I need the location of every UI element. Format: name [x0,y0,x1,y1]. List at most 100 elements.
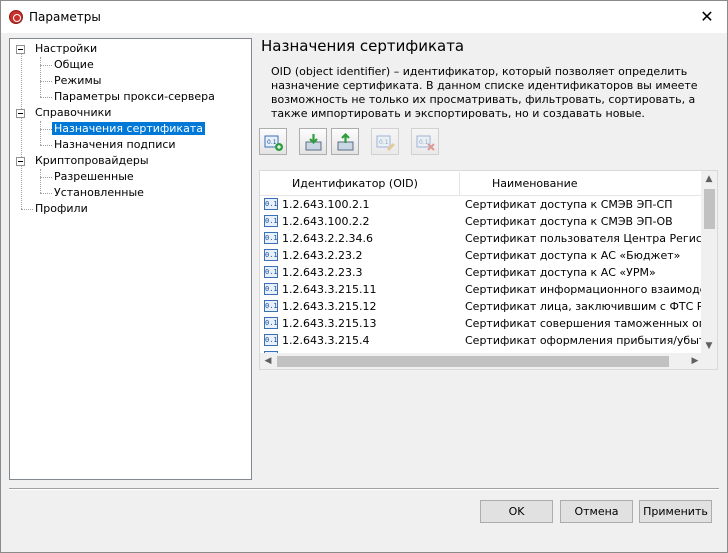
tree-connector [40,121,41,145]
export-icon [337,133,354,151]
column-divider[interactable] [459,172,460,195]
close-button[interactable]: ✕ [687,1,727,33]
table-row[interactable]: 0.1 1.2.643.3.215.4 Сертификат оформления … [260,332,703,349]
oid-icon: 0.1 [264,215,278,227]
cell-oid: 1.2.643.3.215.12 [282,300,377,313]
delete-oid-button[interactable]: 0.1 [411,128,439,155]
add-icon: 0.1 [264,135,283,151]
cell-name: Сертификат доступа к СМЭВ ЭП-ОВ [465,215,673,228]
apply-button[interactable]: Применить [639,500,712,523]
svg-text:0.1: 0.1 [419,139,429,146]
vertical-scrollbar[interactable]: ▲ ▼ [701,171,717,354]
scroll-corner [701,353,717,369]
cell-oid: 1.2.643.3.215.13 [282,317,377,330]
tree-item-label: Назначения подписи [54,138,176,151]
tree-item[interactable]: Параметры прокси-сервера [52,89,217,105]
oid-icon: 0.1 [264,266,278,278]
tree-collapse-icon[interactable] [16,45,25,54]
tree-connector [40,177,52,178]
settings-dialog: Параметры ✕ Настройки Общие Режимы Параметр… [0,0,728,553]
tree-item[interactable]: Разрешенные [52,169,136,185]
horizontal-scroll-thumb[interactable] [277,356,669,367]
tree-item[interactable]: Назначения подписи [52,137,178,153]
tree-connector [40,65,52,66]
delete-icon: 0.1 [416,135,435,151]
cell-name: Сертификат пользователя Центра Регистрац… [465,232,703,245]
tree-item-label: Параметры прокси-сервера [54,90,215,103]
tree-connector [40,81,52,82]
tree-connector [21,49,22,209]
ok-button[interactable]: OK [480,500,553,523]
tree-connector [40,129,52,130]
oid-icon: 0.1 [264,283,278,295]
app-logo-icon [9,10,23,24]
cell-name: Сертификат доступа к СМЭВ ЭП-СП [465,198,673,211]
cell-oid: 1.2.643.3.215.11 [282,283,377,296]
tree-connector [21,209,33,210]
cell-name: Сертификат доступа к АС «УРМ» [465,266,656,279]
oid-icon: 0.1 [264,198,278,210]
tree-item-label: Справочники [35,106,112,119]
cell-oid: 1.2.643.2.23.3 [282,266,363,279]
table-row[interactable]: 0.1 1.2.643.2.2.34.6 Сертификат пользовате… [260,230,703,247]
tree-collapse-icon[interactable] [16,157,25,166]
table-row[interactable]: 0.1 1.2.643.3.215.13 Сертификат совершения… [260,315,703,332]
tree-collapse-icon[interactable] [16,109,25,118]
cell-name: Сертификат доступа к АС «Бюджет» [465,249,681,262]
tree-connector [40,97,52,98]
cell-oid: 1.2.643.2.2.34.6 [282,232,373,245]
cell-name: Сертификат оформления прибытия/убытия в … [465,334,703,347]
scroll-left-icon[interactable]: ◀ [260,353,276,369]
cancel-button[interactable]: Отмена [560,500,633,523]
tree-item-label: Установленные [54,186,144,199]
settings-tree[interactable]: Настройки Общие Режимы Параметры прокси-сер… [9,38,252,480]
scroll-up-icon[interactable]: ▲ [701,171,717,187]
add-oid-button[interactable]: 0.1 [259,128,287,155]
tree-item[interactable]: Общие [52,57,96,73]
page-title: Назначения сертификата [261,37,465,55]
edit-oid-button[interactable]: 0.1 [371,128,399,155]
cell-name: Сертификат совершения таможенных операци… [465,317,703,330]
table-row[interactable]: 0.1 1.2.643.100.2.2 Сертификат доступа к С… [260,213,703,230]
cell-oid: 1.2.643.2.23.2 [282,249,363,262]
window-title: Параметры [29,10,101,24]
oid-icon: 0.1 [264,300,278,312]
tree-connector [40,193,52,194]
scroll-down-icon[interactable]: ▼ [701,338,717,354]
table-row[interactable]: 0.1 1.2.643.3.215.12 Сертификат лица, закл… [260,298,703,315]
horizontal-scrollbar[interactable]: ◀ ▶ [260,353,703,369]
table-row[interactable]: 0.1 1.2.643.2.23.3 Сертификат доступа к АС… [260,264,703,281]
column-header-oid[interactable]: Идентификатор (OID) [292,171,418,196]
tree-item-label: Общие [54,58,94,71]
cell-oid: 1.2.643.100.2.2 [282,215,370,228]
tree-item[interactable]: Профили [33,201,90,217]
oid-icon: 0.1 [264,249,278,261]
tree-item[interactable]: Криптопровайдеры [33,153,151,169]
title-bar: Параметры ✕ [1,1,727,33]
table-row[interactable]: 0.1 1.2.643.2.23.2 Сертификат доступа к АС… [260,247,703,264]
tree-item-label: Криптопровайдеры [35,154,149,167]
tree-connector [40,169,41,193]
tree-item-label: Разрешенные [54,170,134,183]
export-button[interactable] [331,128,359,155]
cell-name: Сертификат лица, заключившим с ФТС Росси… [465,300,703,313]
footer-divider [9,488,719,490]
oid-icon: 0.1 [264,334,278,346]
cell-oid: 1.2.643.100.2.1 [282,198,370,211]
vertical-scroll-thumb[interactable] [704,189,715,229]
tree-item[interactable]: Настройки [33,41,99,57]
edit-icon: 0.1 [376,135,395,151]
tree-item[interactable]: Справочники [33,105,113,121]
table-row[interactable]: 0.1 1.2.643.3.215.11 Сертификат информацио… [260,281,703,298]
tree-item[interactable]: Режимы [52,73,103,89]
cell-name: Сертификат информационного взаимодействи… [465,283,703,296]
tree-item[interactable]: Установленные [52,185,146,201]
column-header-name[interactable]: Наименование [492,171,577,196]
tree-item[interactable]: Назначения сертификата [52,121,205,137]
tree-connector [40,145,52,146]
import-button[interactable] [299,128,327,155]
tree-item-label: Профили [35,202,88,215]
svg-text:0.1: 0.1 [267,139,277,146]
oid-icon: 0.1 [264,232,278,244]
table-row[interactable]: 0.1 1.2.643.100.2.1 Сертификат доступа к С… [260,196,703,213]
